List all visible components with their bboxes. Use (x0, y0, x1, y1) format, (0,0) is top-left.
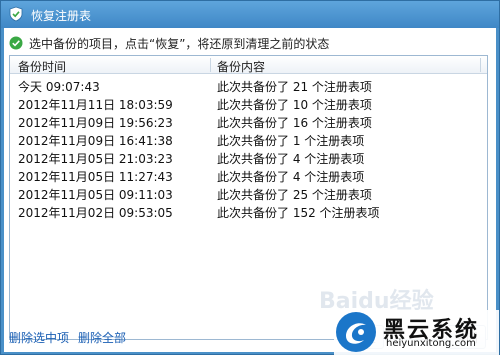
row-time: 2012年11月11日 18:03:59 (18, 98, 173, 112)
title-bar[interactable]: 恢复注册表 (1, 1, 499, 28)
shield-icon (9, 6, 23, 22)
row-content: 此次共备份了 25 个注册表项 (217, 188, 372, 202)
check-icon (9, 36, 23, 50)
table-row[interactable]: 2012年11月09日 16:41:38 此次共备份了 1 个注册表项 (10, 130, 487, 148)
window-title: 恢复注册表 (31, 9, 92, 23)
delete-all-link[interactable]: 删除全部 (78, 329, 126, 346)
row-time: 今天 09:07:43 (18, 80, 100, 94)
row-content: 此次共备份了 4 个注册表项 (217, 170, 365, 184)
row-time: 2012年11月05日 21:03:23 (18, 152, 173, 166)
table-row[interactable]: 2012年11月05日 21:03:23 此次共备份了 4 个注册表项 (10, 148, 487, 166)
row-content: 此次共备份了 21 个注册表项 (217, 80, 372, 94)
row-time: 2012年11月09日 16:41:38 (18, 134, 173, 148)
footer-links: 删除选中项 删除全部 (9, 329, 126, 346)
restore-registry-window: 恢复注册表 选中备份的项目，点击“恢复”，将还原到清理之前的状态 备份时间 备份… (0, 0, 500, 355)
site-watermark-url: heiyunxitong.com (386, 338, 476, 349)
row-content: 此次共备份了 4 个注册表项 (217, 152, 365, 166)
column-separator[interactable] (480, 58, 481, 72)
hint-text: 选中备份的项目，点击“恢复”，将还原到清理之前的状态 (29, 36, 330, 51)
row-time: 2012年11月05日 09:11:03 (18, 188, 173, 202)
table-row[interactable]: 2012年11月11日 18:03:59 此次共备份了 10 个注册表项 (10, 94, 487, 112)
table-row[interactable]: 2012年11月05日 11:27:43 此次共备份了 4 个注册表项 (10, 166, 487, 184)
column-header-time[interactable]: 备份时间 (18, 58, 66, 75)
hint-row: 选中备份的项目，点击“恢复”，将还原到清理之前的状态 (9, 35, 329, 51)
table-row[interactable]: 2012年11月09日 19:56:23 此次共备份了 16 个注册表项 (10, 112, 487, 130)
row-content: 此次共备份了 10 个注册表项 (217, 98, 372, 112)
row-content: 此次共备份了 152 个注册表项 (217, 206, 380, 220)
list-header: 备份时间 备份内容 (10, 56, 487, 74)
delete-selected-link[interactable]: 删除选中项 (9, 329, 69, 346)
row-content: 此次共备份了 16 个注册表项 (217, 116, 372, 130)
row-time: 2012年11月05日 11:27:43 (18, 170, 173, 184)
row-content: 此次共备份了 1 个注册表项 (217, 134, 365, 148)
column-header-content[interactable]: 备份内容 (217, 58, 265, 75)
site-logo-icon (336, 312, 376, 352)
table-row[interactable]: 今天 09:07:43 此次共备份了 21 个注册表项 (10, 76, 487, 94)
column-separator[interactable] (210, 58, 211, 72)
row-time: 2012年11月02日 09:53:05 (18, 206, 173, 220)
row-time: 2012年11月09日 19:56:23 (18, 116, 173, 130)
table-row[interactable]: 2012年11月02日 09:53:05 此次共备份了 152 个注册表项 (10, 202, 487, 220)
table-row[interactable]: 2012年11月05日 09:11:03 此次共备份了 25 个注册表项 (10, 184, 487, 202)
